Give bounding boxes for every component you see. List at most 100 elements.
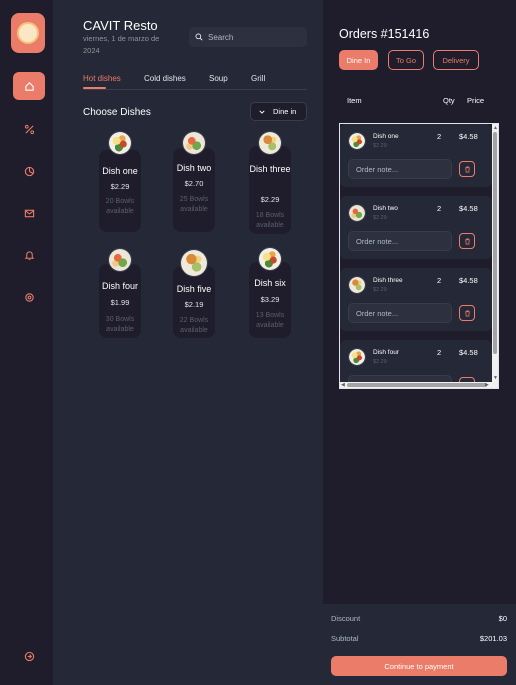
order-item-total: $4.58 — [459, 276, 478, 285]
sidebar-item-discount[interactable] — [13, 115, 45, 143]
sidebar — [5, 5, 53, 680]
delete-item-button[interactable] — [459, 305, 475, 321]
chevron-down-icon — [259, 110, 265, 114]
order-item: Dish four $2.29 2 $4.58 — [340, 340, 492, 382]
scroll-left-arrow-icon[interactable]: ◀ — [341, 382, 345, 388]
dish-availability: 30 Bowls available — [105, 316, 135, 333]
column-qty: Qty — [443, 96, 455, 105]
dish-name: Dish four — [101, 281, 138, 291]
dish-price: $2.70 — [184, 179, 204, 188]
scroll-up-arrow-icon[interactable]: ▲ — [493, 125, 498, 131]
logout-button[interactable] — [13, 642, 45, 670]
order-item: Dish two $2.29 2 $4.58 — [340, 196, 492, 259]
tab-soup[interactable]: Soup — [209, 74, 228, 83]
settings-icon — [24, 292, 34, 302]
order-item-name: Dish three — [373, 277, 403, 284]
order-item-image — [348, 204, 366, 222]
order-item-unit-price: $2.29 — [373, 359, 387, 365]
dine-option-value: Dine in — [273, 107, 297, 116]
order-item: Dish three $2.29 2 $4.58 — [340, 268, 492, 331]
order-type-to-go[interactable]: To Go — [388, 50, 424, 70]
delete-item-button[interactable] — [459, 161, 475, 177]
dish-availability: 22 Bowls available — [179, 317, 209, 334]
sidebar-item-message[interactable] — [13, 199, 45, 227]
order-note-input[interactable] — [348, 159, 452, 179]
order-item: Dish one $2.29 2 $4.58 — [340, 124, 492, 187]
orders-panel: Orders #151416 Dine In To Go Delivery It… — [323, 0, 516, 685]
order-list-content: Dish one $2.29 2 $4.58 Dish two $2.29 2 … — [340, 124, 492, 382]
order-note-input[interactable] — [348, 303, 452, 323]
order-note-input[interactable] — [348, 231, 452, 251]
subtotal-label: Subtotal — [331, 634, 359, 643]
tab-grill[interactable]: Grill — [251, 74, 265, 83]
dish-card[interactable]: Dish three $2.29 18 Bowls available — [249, 131, 291, 234]
orders-title: Orders #151416 — [339, 27, 430, 41]
order-note-input[interactable] — [348, 375, 452, 382]
dish-availability: 20 Bowls available — [105, 198, 135, 215]
sidebar-item-settings[interactable] — [13, 283, 45, 311]
message-icon — [24, 209, 34, 217]
order-item-qty[interactable]: 2 — [437, 204, 441, 213]
category-tabs: Hot dishes Cold dishes Soup Grill — [83, 72, 307, 90]
dish-name: Dish five — [176, 284, 212, 294]
order-item-total: $4.58 — [459, 348, 478, 357]
delete-item-button[interactable] — [459, 233, 475, 249]
dish-price: $1.99 — [110, 298, 130, 307]
order-item-total: $4.58 — [459, 132, 478, 141]
order-item-qty[interactable]: 2 — [437, 348, 441, 357]
dish-image — [108, 131, 132, 155]
dashboard-icon — [24, 166, 34, 176]
order-type-delivery[interactable]: Delivery — [433, 50, 479, 70]
order-item-name: Dish two — [373, 205, 398, 212]
dish-price: $2.29 — [110, 182, 130, 191]
order-list[interactable]: Dish one $2.29 2 $4.58 Dish two $2.29 2 … — [339, 123, 499, 389]
horizontal-scrollbar[interactable]: ◀ ▶ — [340, 382, 498, 388]
column-price: Price — [467, 96, 485, 105]
dish-image — [180, 249, 208, 277]
discount-label: Discount — [331, 614, 361, 623]
dish-card[interactable]: Dish six $3.29 13 Bowls available — [249, 247, 291, 338]
search-icon — [195, 33, 203, 41]
order-item-qty[interactable]: 2 — [437, 132, 441, 141]
vertical-scrollbar[interactable]: ▲ ▼ — [492, 124, 498, 382]
home-icon — [24, 81, 34, 91]
discount-value: $0 — [498, 614, 507, 623]
dish-availability: 13 Bowls available — [255, 312, 285, 329]
dish-availability: 18 Bowls available — [255, 212, 285, 229]
app: CAVIT Resto viernes, 1 de marzo de 2024 … — [0, 0, 516, 685]
trash-icon — [464, 165, 470, 173]
current-date: viernes, 1 de marzo de 2024 — [83, 34, 160, 55]
dish-card[interactable]: Dish five $2.19 22 Bowls available — [173, 249, 215, 338]
dish-name: Dish one — [102, 166, 138, 176]
horizontal-scroll-thumb[interactable] — [347, 383, 487, 387]
sidebar-item-home[interactable] — [13, 72, 45, 100]
dish-availability: 25 Bowls available — [179, 196, 209, 213]
vertical-scroll-thumb[interactable] — [493, 132, 497, 354]
main-content: CAVIT Resto viernes, 1 de marzo de 2024 … — [53, 0, 323, 685]
subtotal-value: $201.03 — [479, 634, 507, 643]
scroll-right-arrow-icon[interactable]: ▶ — [485, 382, 489, 388]
sidebar-item-notification[interactable] — [13, 241, 45, 269]
notification-icon — [24, 250, 34, 260]
order-item-unit-price: $2.29 — [373, 143, 387, 149]
active-tab-indicator — [83, 87, 106, 89]
tab-cold-dishes[interactable]: Cold dishes — [144, 74, 186, 83]
dish-card[interactable]: Dish four $1.99 30 Bowls available — [99, 248, 141, 338]
order-item-unit-price: $2.29 — [373, 287, 387, 293]
scroll-down-arrow-icon[interactable]: ▼ — [493, 375, 498, 381]
column-item: Item — [347, 96, 362, 105]
search-box[interactable] — [189, 27, 307, 47]
continue-to-payment-button[interactable]: Continue to payment — [331, 656, 507, 676]
dine-option-select[interactable]: Dine in — [250, 102, 307, 121]
search-input[interactable] — [208, 32, 298, 42]
dish-card[interactable]: Dish two $2.70 25 Bowls available — [173, 131, 215, 232]
brand-name: CAVIT Resto — [83, 18, 158, 33]
order-item-qty[interactable]: 2 — [437, 276, 441, 285]
dish-price: $2.29 — [260, 195, 280, 204]
logout-icon — [24, 651, 34, 661]
dish-card[interactable]: Dish one $2.29 20 Bowls available — [99, 131, 141, 232]
dish-image — [108, 248, 132, 272]
sidebar-item-dashboard[interactable] — [13, 157, 45, 185]
tab-hot-dishes[interactable]: Hot dishes — [83, 74, 121, 83]
order-type-dine-in[interactable]: Dine In — [339, 50, 378, 70]
